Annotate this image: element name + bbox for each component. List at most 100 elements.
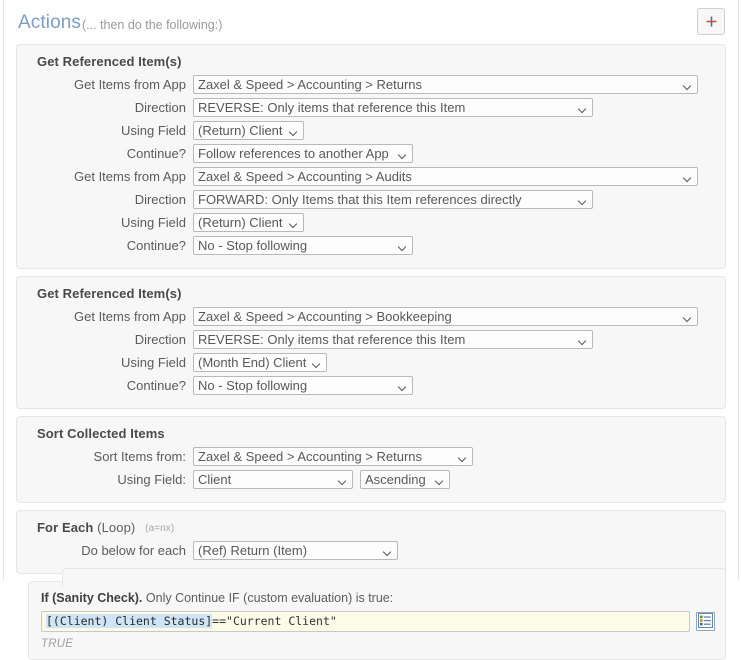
select-value: (Month End) Client [198,355,307,370]
field-row-get-items-from-app-2: Get Items from App Zaxel & Speed > Accou… [27,166,715,187]
select-value: Zaxel & Speed > Accounting > Bookkeeping [198,309,452,324]
field-label: Continue? [126,238,186,253]
field-label: Direction [134,332,186,347]
field-picker-icon [698,612,713,631]
action-card-if-sanity-check: If (Sanity Check). Only Continue IF (cus… [28,581,726,660]
field-row-continue-3: Continue? No - Stop following [27,375,715,396]
if-condition-title: If (Sanity Check). Only Continue IF (cus… [41,591,715,605]
select-value: No - Stop following [198,238,308,253]
formula-token: [(Client) Client Status] [46,614,213,628]
field-row-sort-items-from: Sort Items from: Zaxel & Speed > Account… [27,446,715,467]
field-label: Direction [134,100,186,115]
select-continue-2[interactable]: No - Stop following [193,236,413,255]
field-row-using-field-2: Using Field (Return) Client [27,212,715,233]
field-row-get-items-from-app-1: Get Items from App Zaxel & Speed > Accou… [27,74,715,95]
chevron-down-icon [684,175,692,180]
select-continue-3[interactable]: No - Stop following [193,376,413,395]
chevron-down-icon [399,244,407,249]
card-heading: For Each (Loop) (a=nx) [37,520,715,535]
select-continue-1[interactable]: Follow references to another App [193,144,413,163]
field-label: Using Field [120,215,186,230]
page-subtitle: (... then do the following:) [82,18,223,32]
chevron-down-icon [579,106,587,111]
formula-row: [(Client) Client Status]=="Current Clien… [41,611,715,632]
select-get-items-from-app-2[interactable]: Zaxel & Speed > Accounting > Audits [193,167,698,186]
next-action-card-partial [62,568,726,586]
field-row-direction-2: Direction FORWARD: Only Items that this … [27,189,715,210]
field-label: Using Field [120,123,186,138]
field-label: Continue? [126,146,186,161]
chevron-down-icon [384,549,392,554]
action-card-get-referenced-items-1: Get Referenced Item(s) Get Items from Ap… [16,44,726,269]
select-value: Ascending [365,472,426,487]
field-label: Get Items from App [74,309,186,324]
select-value: Follow references to another App [198,146,389,161]
select-get-items-from-app-1[interactable]: Zaxel & Speed > Accounting > Returns [193,75,698,94]
field-row-sort-using-field: Using Field: Client Ascending [27,469,715,490]
select-value: REVERSE: Only items that reference this … [198,332,466,347]
card-heading: Sort Collected Items [37,426,165,441]
field-row-using-field-3: Using Field (Month End) Client [27,352,715,373]
if-condition-result: TRUE [41,638,74,650]
if-condition-title-rest: Only Continue IF (custom evaluation) is … [142,591,394,605]
select-using-field-2[interactable]: (Return) Client [193,213,304,232]
field-label: Using Field [120,355,186,370]
formula-input[interactable]: [(Client) Client Status]=="Current Clien… [41,611,690,632]
select-value: Zaxel & Speed > Accounting > Returns [198,449,423,464]
field-label: Get Items from App [74,77,186,92]
chevron-down-icon [436,478,444,483]
formula-rest: =="Current Client" [212,614,337,628]
field-row-do-below-for-each: Do below for each (Ref) Return (Item) [27,540,715,561]
actions-panel: Actions (... then do the following:) Get… [3,0,739,660]
card-heading-main: For Each [37,520,94,535]
page-title: Actions [18,12,82,33]
select-get-items-from-app-3[interactable]: Zaxel & Speed > Accounting > Bookkeeping [193,307,698,326]
field-label: Sort Items from: [93,449,186,464]
plus-icon [698,15,724,28]
select-value: (Return) Client [198,215,283,230]
add-action-button[interactable] [697,8,725,35]
field-row-direction-1: Direction REVERSE: Only items that refer… [27,97,715,118]
chevron-down-icon [459,455,467,460]
chevron-down-icon [399,152,407,157]
select-value: FORWARD: Only Items that this Item refer… [198,192,522,207]
select-sort-items-from[interactable]: Zaxel & Speed > Accounting > Returns [193,447,473,466]
select-using-field-3[interactable]: (Month End) Client [193,353,328,372]
select-sort-direction[interactable]: Ascending [360,470,450,489]
field-row-direction-3: Direction REVERSE: Only items that refer… [27,329,715,350]
select-value: (Ref) Return (Item) [198,543,308,558]
select-direction-3[interactable]: REVERSE: Only items that reference this … [193,330,593,349]
chevron-down-icon [290,129,298,134]
action-card-for-each-loop: For Each (Loop) (a=nx) Do below for each… [16,510,726,574]
card-heading-note: (a=nx) [145,523,175,534]
chevron-down-icon [684,315,692,320]
chevron-down-icon [339,478,347,483]
chevron-down-icon [684,83,692,88]
chevron-down-icon [579,338,587,343]
select-direction-2[interactable]: FORWARD: Only Items that this Item refer… [193,190,593,209]
select-value: (Return) Client [198,123,283,138]
select-value: Zaxel & Speed > Accounting > Returns [198,77,423,92]
chevron-down-icon [399,384,407,389]
action-card-sort-collected-items: Sort Collected Items Sort Items from: Za… [16,416,726,503]
card-heading-light: (Loop) [97,520,136,535]
field-row-get-items-from-app-3: Get Items from App Zaxel & Speed > Accou… [27,306,715,327]
field-row-continue-1: Continue? Follow references to another A… [27,143,715,164]
actions-header: Actions (... then do the following:) [4,0,738,44]
field-row-continue-2: Continue? No - Stop following [27,235,715,256]
field-label: Direction [134,192,186,207]
field-label: Continue? [126,378,186,393]
field-row-using-field-1: Using Field (Return) Client [27,120,715,141]
if-condition-title-bold: If (Sanity Check). [41,591,143,605]
select-value: Client [198,472,232,487]
select-using-field-1[interactable]: (Return) Client [193,121,304,140]
select-do-below-for-each[interactable]: (Ref) Return (Item) [193,541,398,560]
select-value: No - Stop following [198,378,308,393]
card-heading: Get Referenced Item(s) [37,54,182,69]
select-value: Zaxel & Speed > Accounting > Audits [198,169,412,184]
action-card-get-referenced-items-2: Get Referenced Item(s) Get Items from Ap… [16,276,726,409]
select-direction-1[interactable]: REVERSE: Only items that reference this … [193,98,593,117]
field-label: Get Items from App [74,169,186,184]
select-sort-using-field[interactable]: Client [193,470,353,489]
field-picker-button[interactable] [696,612,715,631]
